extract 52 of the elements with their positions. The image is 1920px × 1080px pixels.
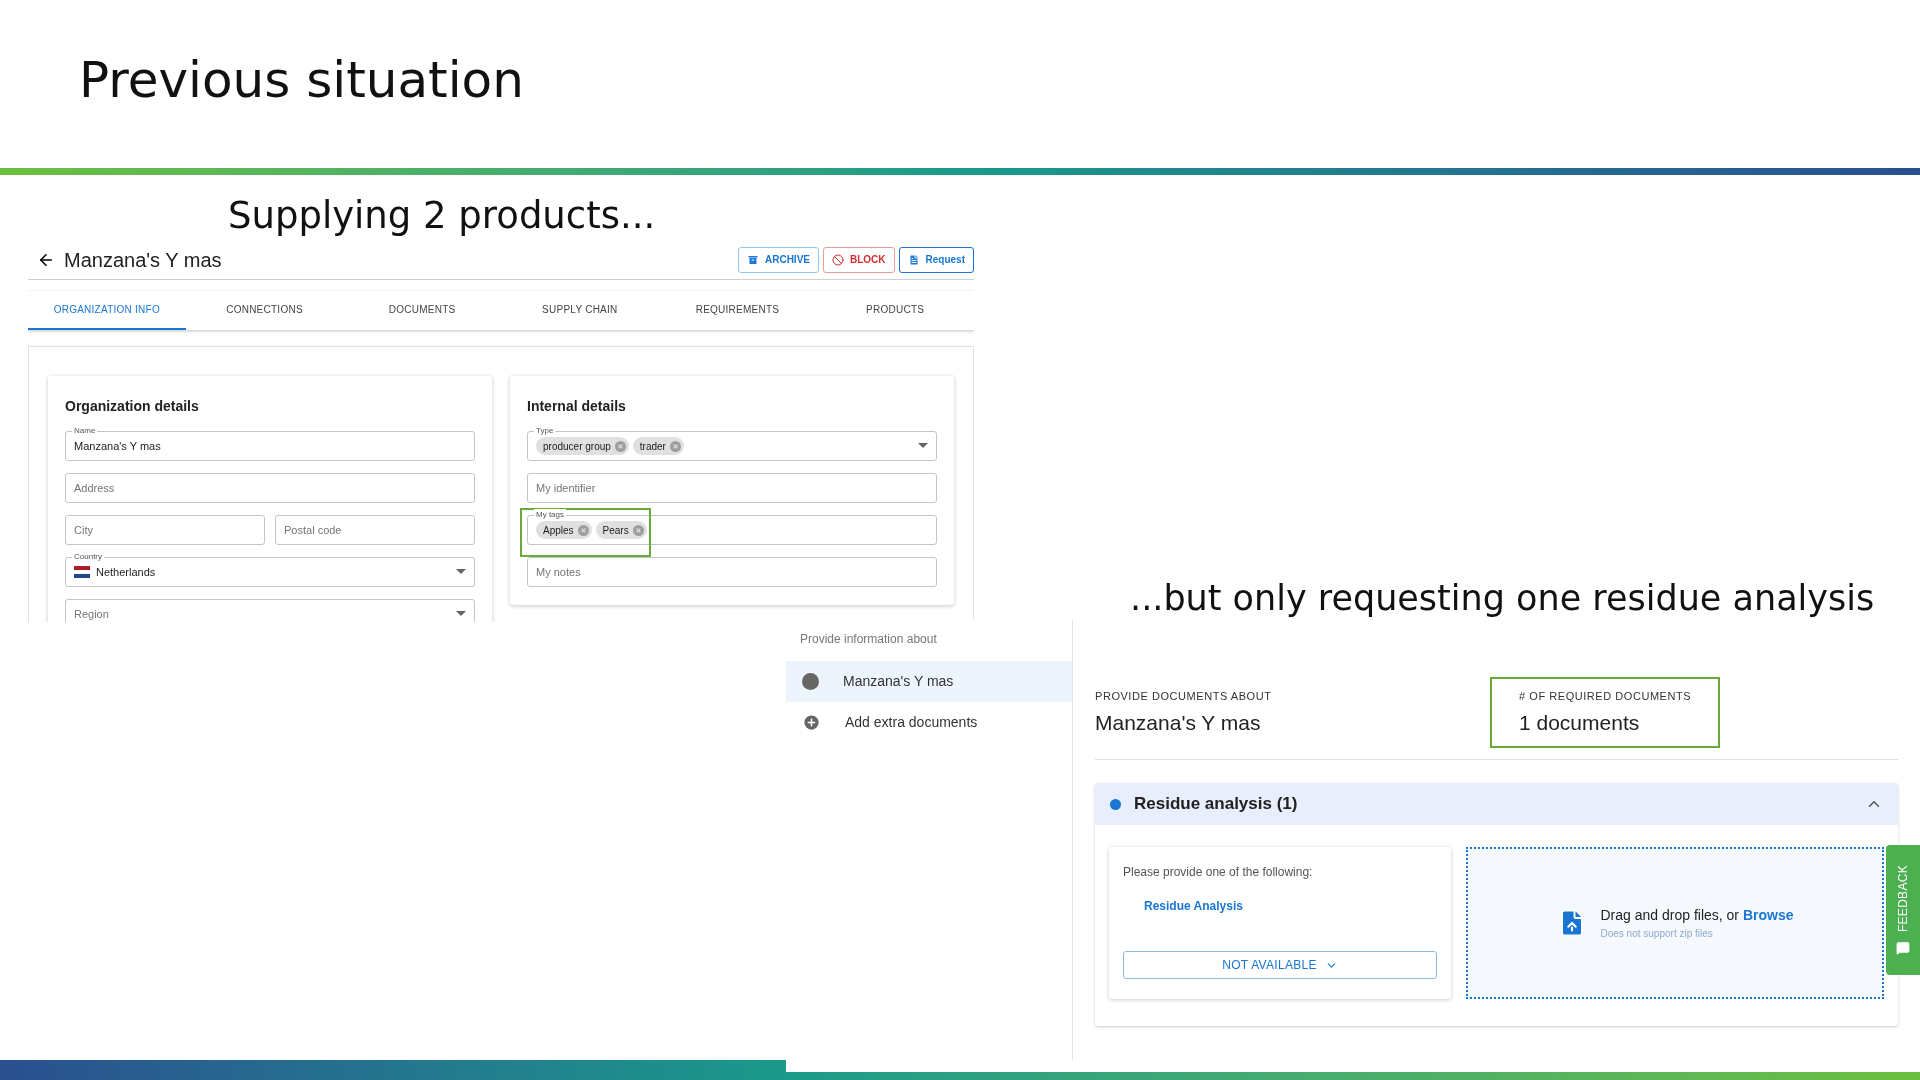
summary-value: 1 documents <box>1519 709 1641 736</box>
tab[interactable]: SUPPLY CHAIN <box>501 291 659 330</box>
input-field[interactable]: City <box>65 515 265 545</box>
tag-chip[interactable]: Pears <box>595 521 647 539</box>
field-label: Name <box>72 425 98 436</box>
dropdown-caret-icon <box>456 569 466 575</box>
page-title: Manzana's Y mas <box>64 247 222 273</box>
tag-chip[interactable]: producer group <box>536 437 629 455</box>
input-field[interactable]: My identifier <box>527 473 937 503</box>
tab[interactable]: PRODUCTS <box>816 291 974 330</box>
slide-title: Previous situation <box>79 49 524 111</box>
remove-icon[interactable] <box>632 524 644 536</box>
request-button[interactable]: Request <box>898 246 974 273</box>
caption: ...but only requesting one residue analysis <box>1130 577 1875 620</box>
remove-icon[interactable] <box>577 524 589 536</box>
dropdown-caret-icon <box>918 443 928 449</box>
remove-icon[interactable] <box>669 440 681 452</box>
tag-chip[interactable]: Apples <box>536 521 592 539</box>
nav-heading: Provide information about <box>800 631 938 648</box>
input-field[interactable]: Address <box>65 473 475 503</box>
input-field[interactable]: Postal code <box>275 515 475 545</box>
summary-label: PROVIDE DOCUMENTS ABOUT <box>1095 689 1273 704</box>
block-button[interactable]: BLOCK <box>823 246 895 273</box>
remove-icon[interactable] <box>614 440 626 452</box>
drop-instruction: Drag and drop files, or Browse <box>1600 906 1794 925</box>
summary-label: # OF REQUIRED DOCUMENTS <box>1519 689 1692 704</box>
tab[interactable]: CONNECTIONS <box>185 291 344 330</box>
add-icon <box>802 713 821 732</box>
chat-icon <box>1896 940 1910 955</box>
nav-item[interactable]: Manzana's Y mas <box>786 661 1072 702</box>
tag-chip[interactable]: trader <box>632 437 684 455</box>
tab[interactable]: DOCUMENTS <box>343 291 501 330</box>
accordion-header[interactable]: Residue analysis (1) <box>1095 783 1898 825</box>
archive-icon <box>746 253 759 266</box>
tab[interactable]: REQUIREMENTS <box>658 291 817 330</box>
drop-note: Does not support zip files <box>1600 927 1714 941</box>
dropdown-caret-icon <box>456 611 466 617</box>
flag-icon <box>74 566 90 578</box>
browse-link[interactable]: Browse <box>1742 907 1794 923</box>
prompt-text: Please provide one of the following: <box>1123 864 1314 881</box>
card-title: Internal details <box>527 397 627 416</box>
file-drop-zone[interactable]: Drag and drop files, or Browse Does not support zip files <box>1466 847 1884 999</box>
input-field[interactable]: My notes <box>527 557 937 587</box>
block-icon <box>832 253 844 266</box>
archive-button[interactable]: ARCHIVE <box>737 246 819 273</box>
document-icon <box>907 253 920 266</box>
status-dropdown-button[interactable]: NOT AVAILABLE <box>1123 951 1437 979</box>
summary-value: Manzana's Y mas <box>1095 709 1262 736</box>
tab[interactable]: ORGANIZATION INFO <box>28 291 186 330</box>
caption: Supplying 2 products... <box>228 193 656 239</box>
document-type-link[interactable]: Residue Analysis <box>1144 897 1437 915</box>
card-title: Organization details <box>65 397 200 416</box>
